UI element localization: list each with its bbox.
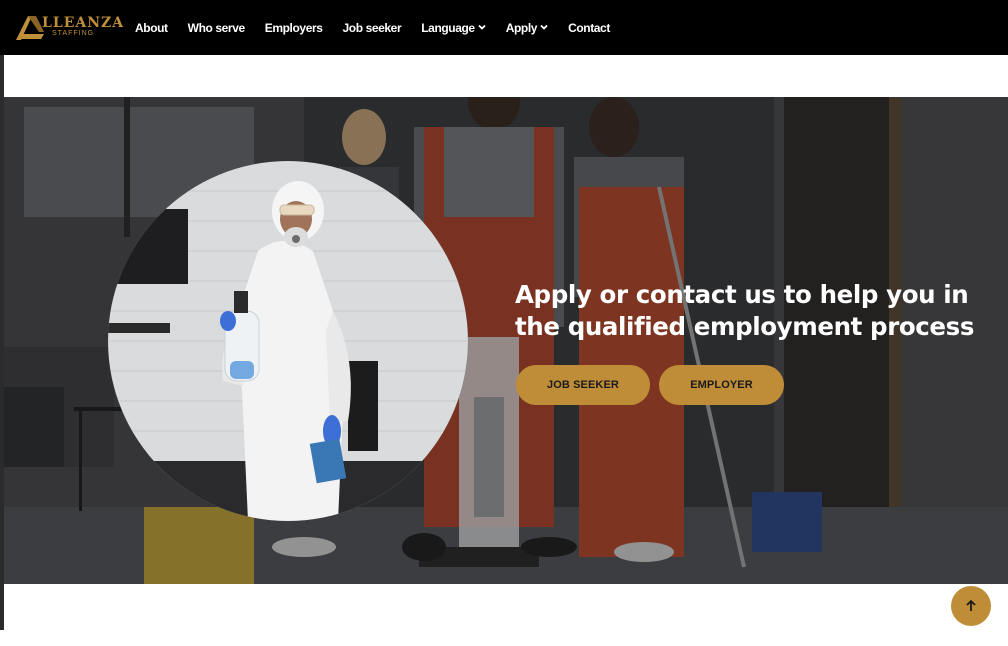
nav-contact[interactable]: Contact: [568, 21, 610, 35]
chevron-down-icon: [478, 24, 486, 30]
scroll-to-top-button[interactable]: [951, 586, 991, 626]
hero-circle-photo: [108, 161, 468, 521]
employer-button[interactable]: EMPLOYER: [659, 365, 784, 405]
logo-tagline: STAFFING: [52, 30, 95, 37]
logo-name: LLEANZA: [42, 15, 125, 31]
hero-headline: Apply or contact us to help you in the q…: [515, 279, 985, 343]
nav-employers[interactable]: Employers: [265, 21, 323, 35]
hero-section: Apply or contact us to help you in the q…: [4, 97, 1008, 584]
brand-logo[interactable]: LLEANZA STAFFING: [14, 12, 123, 42]
nav-job-seeker-label: Job seeker: [342, 20, 402, 35]
nav-contact-label: Contact: [568, 20, 610, 35]
nav-apply[interactable]: Apply: [506, 21, 548, 35]
hero-headline-line-2: the qualified employment process: [515, 312, 975, 341]
nav-who-serve[interactable]: Who serve: [188, 21, 245, 35]
nav-about[interactable]: About: [135, 21, 168, 35]
arrow-up-icon: [966, 599, 976, 611]
nav-language[interactable]: Language: [421, 20, 486, 35]
job-seeker-button[interactable]: JOB SEEKER: [516, 365, 650, 405]
worker-in-protective-suit-image: [108, 161, 468, 521]
nav-about-label: About: [135, 20, 168, 35]
nav-job-seeker[interactable]: Job seeker: [343, 21, 402, 35]
nav-menu: About Who serve Employers Job seeker Lan…: [135, 0, 630, 55]
nav-who-serve-label: Who serve: [187, 20, 245, 35]
hero-headline-line-1: Apply or contact us to help you in: [515, 280, 969, 309]
nav-apply-label: Apply: [505, 20, 538, 35]
chevron-down-icon: [540, 24, 548, 30]
nav-employers-label: Employers: [264, 20, 323, 35]
top-navbar: LLEANZA STAFFING About Who serve Employe…: [0, 0, 1008, 55]
nav-language-label: Language: [421, 20, 475, 35]
